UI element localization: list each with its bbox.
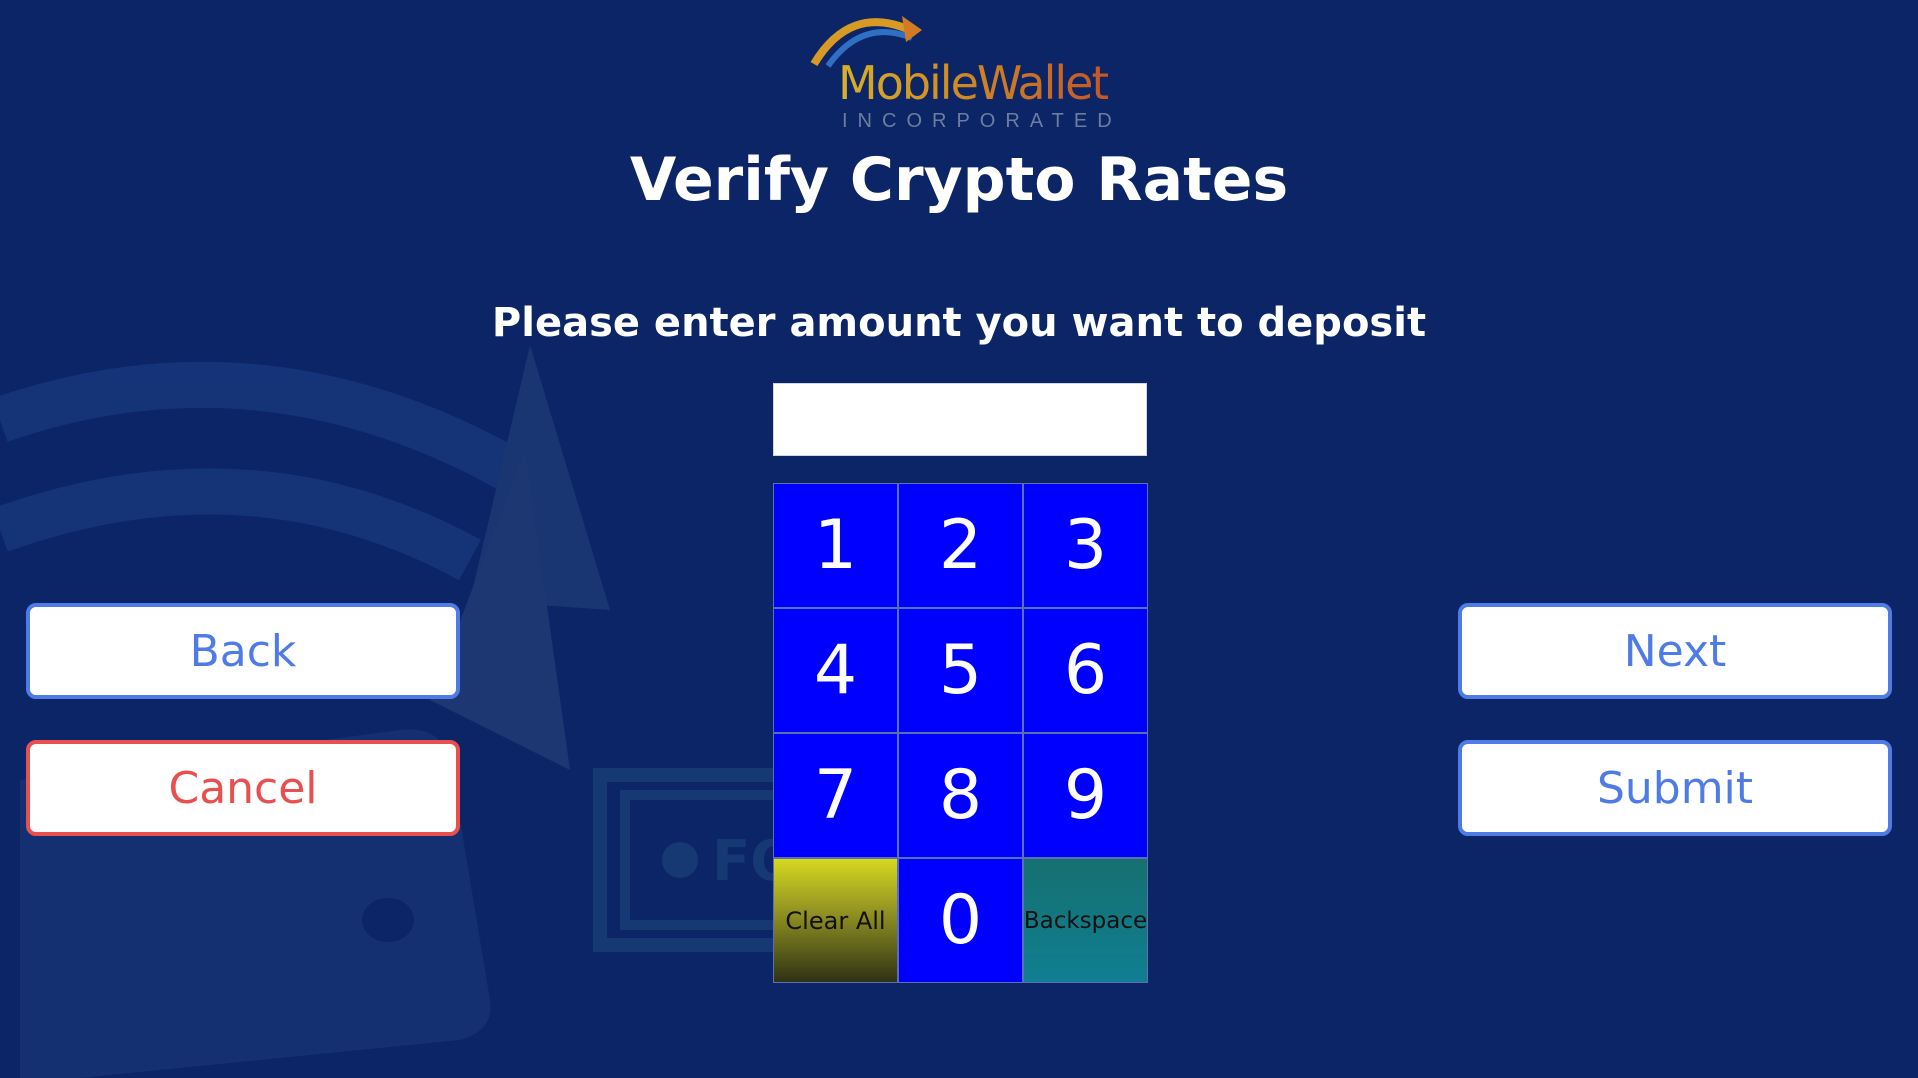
next-button[interactable]: Next: [1458, 603, 1892, 699]
key-3[interactable]: 3: [1023, 483, 1148, 608]
key-5[interactable]: 5: [898, 608, 1023, 733]
key-9[interactable]: 9: [1023, 733, 1148, 858]
cancel-button[interactable]: Cancel: [26, 740, 460, 836]
deposit-prompt: Please enter amount you want to deposit: [491, 300, 1427, 346]
key-8[interactable]: 8: [898, 733, 1023, 858]
deposit-screen: FO MobileWallet INCORPORATED Verify Cryp…: [0, 0, 1918, 1078]
key-6[interactable]: 6: [1023, 608, 1148, 733]
key-2[interactable]: 2: [898, 483, 1023, 608]
submit-button[interactable]: Submit: [1458, 740, 1892, 836]
amount-input[interactable]: [773, 383, 1147, 456]
key-1[interactable]: 1: [773, 483, 898, 608]
back-button[interactable]: Back: [26, 603, 460, 699]
key-0[interactable]: 0: [898, 858, 1023, 983]
numeric-keypad: 1 2 3 4 5 6 7 8 9 Clear All 0 Backspace: [773, 483, 1148, 983]
company-logo: MobileWallet INCORPORATED: [800, 4, 1120, 134]
key-7[interactable]: 7: [773, 733, 898, 858]
clear-all-key[interactable]: Clear All: [773, 858, 898, 983]
backspace-key[interactable]: Backspace: [1023, 858, 1148, 983]
page-title: Verify Crypto Rates: [629, 145, 1289, 215]
logo-wordmark: MobileWallet: [838, 56, 1110, 110]
key-4[interactable]: 4: [773, 608, 898, 733]
logo-subtitle: INCORPORATED: [842, 110, 1122, 132]
